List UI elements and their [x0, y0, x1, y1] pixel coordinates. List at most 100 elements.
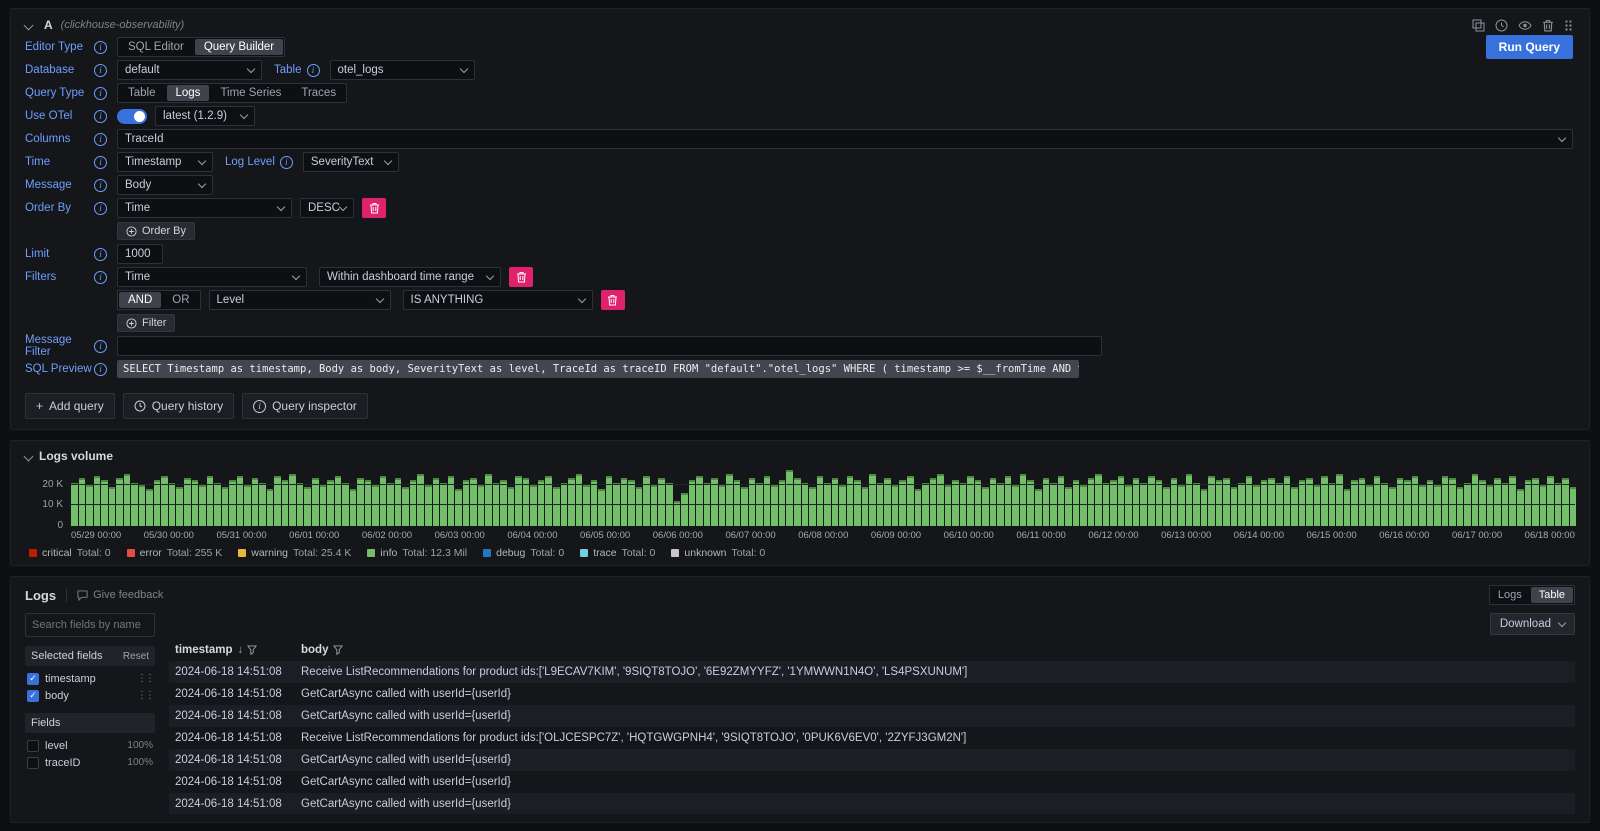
table-row[interactable]: 2024-06-18 14:51:08GetCartAsync called w…	[169, 749, 1575, 771]
remove-query-trash-icon[interactable]	[1542, 19, 1554, 32]
timestamp-cell: 2024-06-18 14:51:08	[169, 776, 295, 788]
table-row[interactable]: 2024-06-18 14:51:08GetCartAsync called w…	[169, 705, 1575, 727]
view-toggle-table[interactable]: Table	[1531, 587, 1573, 603]
volume-bar	[116, 478, 123, 526]
query-type-logs[interactable]: Logs	[167, 85, 210, 101]
legend-name: warning	[251, 547, 288, 559]
filter-level-select[interactable]: Level	[209, 290, 391, 310]
table-select[interactable]: otel_logs	[330, 60, 475, 80]
info-icon[interactable]: i	[94, 271, 107, 284]
volume-bar	[884, 478, 891, 526]
selected-field-item[interactable]: ✓timestamp⋮⋮	[25, 670, 155, 687]
filter-operator-select[interactable]: Within dashboard time range	[319, 267, 501, 287]
filter-funnel-icon[interactable]	[333, 645, 343, 655]
checkbox-checked-icon[interactable]: ✓	[27, 673, 39, 685]
log-level-select[interactable]: SeverityText	[303, 152, 399, 172]
volume-bar	[591, 480, 598, 526]
give-feedback-link[interactable]: Give feedback	[77, 589, 163, 601]
query-history-button[interactable]: Query history	[123, 393, 234, 419]
info-icon[interactable]: i	[94, 340, 107, 353]
query-type-traces[interactable]: Traces	[291, 84, 346, 102]
columns-multiselect[interactable]: TraceId	[117, 129, 1573, 149]
field-item[interactable]: traceID100%	[25, 754, 155, 771]
editor-type-sql-editor[interactable]: SQL Editor	[118, 38, 194, 56]
order-by-field-select[interactable]: Time	[117, 198, 292, 218]
info-icon[interactable]: i	[280, 156, 293, 169]
legend-item[interactable]: traceTotal: 0	[580, 547, 655, 559]
otel-version-select[interactable]: latest (1.2.9)	[155, 106, 255, 126]
table-row[interactable]: 2024-06-18 14:51:08GetCartAsync called w…	[169, 771, 1575, 793]
drag-handle-icon[interactable]: ⋮⋮	[137, 690, 153, 701]
info-icon[interactable]: i	[94, 179, 107, 192]
legend-item[interactable]: warningTotal: 25.4 K	[238, 547, 351, 559]
limit-input[interactable]	[117, 244, 163, 264]
editor-type-query-builder[interactable]: Query Builder	[195, 39, 283, 55]
info-icon[interactable]: i	[94, 64, 107, 77]
drag-handle-icon[interactable]	[1564, 19, 1573, 32]
table-row[interactable]: 2024-06-18 14:51:08GetCartAsync called w…	[169, 683, 1575, 705]
hide-response-eye-icon[interactable]	[1518, 19, 1532, 32]
message-filter-input[interactable]	[117, 336, 1102, 356]
run-query-button[interactable]: Run Query	[1486, 35, 1573, 59]
collapse-panel-icon[interactable]	[24, 451, 34, 461]
query-inspector-button[interactable]: i Query inspector	[242, 393, 368, 419]
time-column-select[interactable]: Timestamp	[117, 152, 213, 172]
message-column-select[interactable]: Body	[117, 175, 213, 195]
info-icon[interactable]: i	[307, 64, 320, 77]
timestamp-cell: 2024-06-18 14:51:08	[169, 666, 295, 678]
field-item[interactable]: level100%	[25, 737, 155, 754]
table-row[interactable]: 2024-06-18 14:51:08Receive ListRecommend…	[169, 727, 1575, 749]
filter-field-select[interactable]: Time	[117, 267, 307, 287]
info-icon[interactable]: i	[94, 41, 107, 54]
query-type-table[interactable]: Table	[118, 84, 166, 102]
info-icon[interactable]: i	[94, 133, 107, 146]
table-row[interactable]: 2024-06-18 14:51:08GetCartAsync called w…	[169, 793, 1575, 814]
volume-bar	[636, 487, 643, 526]
database-select[interactable]: default	[117, 60, 262, 80]
filter-level-operator-select[interactable]: IS ANYTHING	[403, 290, 593, 310]
query-type-time-series[interactable]: Time Series	[210, 84, 291, 102]
drag-handle-icon[interactable]: ⋮⋮	[137, 673, 153, 684]
use-otel-toggle[interactable]	[117, 109, 147, 124]
remove-level-filter-button[interactable]	[601, 290, 625, 310]
collapse-query-icon[interactable]	[24, 20, 34, 30]
conjunction-and[interactable]: AND	[119, 292, 161, 308]
filter-funnel-icon[interactable]	[247, 645, 257, 655]
info-icon[interactable]: i	[94, 363, 107, 376]
logs-volume-header[interactable]: Logs volume	[25, 447, 1575, 465]
sort-desc-icon[interactable]: ↓	[238, 644, 244, 656]
info-icon[interactable]: i	[94, 248, 107, 261]
conjunction-or[interactable]: OR	[162, 291, 199, 309]
add-query-button[interactable]: + Add query	[25, 393, 115, 419]
legend-item[interactable]: infoTotal: 12.3 Mil	[367, 547, 467, 559]
x-tick-label: 06/11 00:00	[1016, 530, 1065, 541]
checkbox-checked-icon[interactable]: ✓	[27, 690, 39, 702]
volume-bar	[1494, 478, 1501, 526]
search-fields-input[interactable]	[25, 613, 155, 637]
table-row[interactable]: 2024-06-18 14:51:08Receive ListRecommend…	[169, 661, 1575, 683]
duplicate-query-icon[interactable]	[1472, 19, 1485, 32]
remove-order-by-button[interactable]	[362, 198, 386, 218]
selected-field-item[interactable]: ✓body⋮⋮	[25, 687, 155, 704]
reset-fields-button[interactable]: Reset	[123, 651, 149, 662]
query-history-icon[interactable]	[1495, 19, 1508, 32]
legend-item[interactable]: criticalTotal: 0	[29, 547, 111, 559]
checkbox-icon[interactable]	[27, 757, 39, 769]
checkbox-icon[interactable]	[27, 740, 39, 752]
order-direction-select[interactable]: DESC	[300, 198, 354, 218]
volume-bar	[1163, 487, 1170, 526]
info-icon[interactable]: i	[94, 202, 107, 215]
legend-item[interactable]: debugTotal: 0	[483, 547, 564, 559]
legend-item[interactable]: errorTotal: 255 K	[127, 547, 223, 559]
add-filter-button[interactable]: Filter	[117, 314, 175, 332]
download-button[interactable]: Download	[1490, 613, 1575, 635]
legend-item[interactable]: unknownTotal: 0	[671, 547, 765, 559]
info-icon[interactable]: i	[94, 87, 107, 100]
info-icon[interactable]: i	[94, 156, 107, 169]
info-icon[interactable]: i	[94, 110, 107, 123]
body-column-header[interactable]: body	[295, 644, 1575, 656]
add-order-by-button[interactable]: Order By	[117, 222, 195, 240]
remove-filter-button[interactable]	[509, 267, 533, 287]
view-toggle-logs[interactable]: Logs	[1490, 586, 1530, 604]
timestamp-column-header[interactable]: timestamp ↓	[169, 644, 295, 656]
